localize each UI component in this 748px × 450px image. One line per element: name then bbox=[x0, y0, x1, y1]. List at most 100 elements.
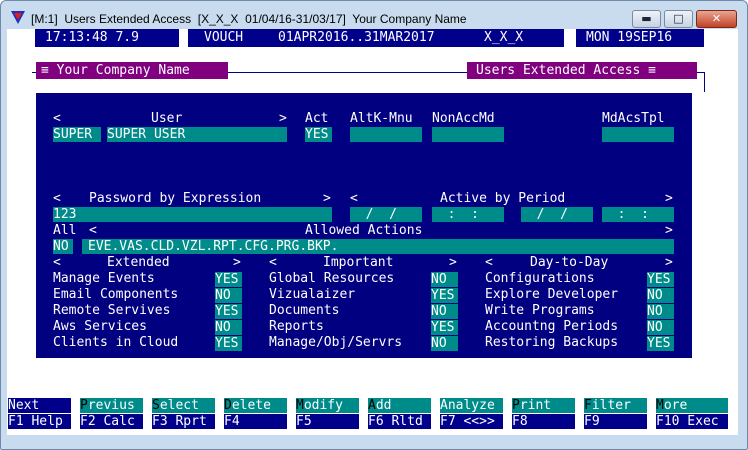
company-header[interactable]: ≡ Your Company Name bbox=[36, 62, 228, 79]
daytoday-item-value[interactable]: YES bbox=[647, 272, 674, 287]
window-title: [M:1] Users Extended Access [X_X_X 01/04… bbox=[31, 12, 467, 26]
fkey-1-action[interactable]: Next bbox=[8, 398, 71, 413]
password-field[interactable]: 123 bbox=[53, 207, 332, 222]
extended-item-label: Email Components bbox=[53, 287, 179, 302]
altk-label: AltK-Mnu bbox=[350, 111, 413, 126]
important-arrow-right: > bbox=[449, 255, 457, 270]
close-button[interactable]: ✕ bbox=[696, 10, 737, 28]
date-to-field[interactable]: / / bbox=[521, 207, 593, 222]
screen-header[interactable]: Users Extended Access ≡ bbox=[467, 62, 697, 79]
daytoday-item-value[interactable]: NO bbox=[647, 320, 674, 335]
fkey-8-label[interactable]: F8 bbox=[512, 414, 575, 429]
fkey-7-action[interactable]: Analyze bbox=[440, 398, 503, 413]
daytoday-arrow-left: < bbox=[485, 255, 493, 270]
password-label: Password by Expression bbox=[89, 191, 262, 206]
minimize-button[interactable]: ▬ bbox=[632, 10, 661, 28]
daytoday-item-value[interactable]: NO bbox=[647, 304, 674, 319]
extended-item-value[interactable]: YES bbox=[215, 272, 242, 287]
fkey-10-action[interactable]: More bbox=[656, 398, 728, 413]
extended-item-label: Manage Events bbox=[53, 271, 155, 286]
fkey-action-label: Next bbox=[8, 398, 40, 413]
fkey-9-action[interactable]: Filter bbox=[584, 398, 647, 413]
fkey-hotkey-letter: P bbox=[512, 398, 520, 413]
altk-field[interactable] bbox=[350, 127, 422, 142]
user-name-field[interactable]: SUPER USER bbox=[107, 127, 287, 142]
daytoday-item-value[interactable]: NO bbox=[647, 288, 674, 303]
time-to-field[interactable]: : : bbox=[602, 207, 674, 222]
fkey-action-label: odify bbox=[303, 398, 343, 413]
allowed-actions-field[interactable]: EVE.VAS.CLD.VZL.RPT.CFG.PRG.BKP. bbox=[82, 239, 674, 254]
fkey-6-label[interactable]: F6 Rltd bbox=[368, 414, 431, 429]
date-from-field[interactable]: / / bbox=[350, 207, 422, 222]
maximize-button[interactable]: □ bbox=[664, 10, 693, 28]
password-arrow-right: > bbox=[323, 191, 331, 206]
important-item-label: Documents bbox=[269, 303, 340, 318]
daytoday-item-label: Write Programs bbox=[485, 303, 595, 318]
fkey-hotkey-letter: F bbox=[584, 398, 592, 413]
fkey-action-label: Analyze bbox=[440, 398, 495, 413]
nonacc-field[interactable] bbox=[432, 127, 504, 142]
fkey-3-action[interactable]: Select bbox=[152, 398, 215, 413]
important-item-label: Reports bbox=[269, 319, 324, 334]
fkey-9-label[interactable]: F9 bbox=[584, 414, 647, 429]
clock-version: 17:13:48 7.9 bbox=[35, 29, 179, 47]
user-label: User bbox=[151, 111, 183, 126]
app-logo-icon[interactable] bbox=[11, 11, 25, 24]
fkey-hotkey-letter: S bbox=[152, 398, 160, 413]
extended-item-value[interactable]: YES bbox=[215, 336, 242, 351]
allowed-label: Allowed Actions bbox=[305, 223, 423, 238]
fkey-2-label[interactable]: F2 Calc bbox=[80, 414, 143, 429]
time-from-field[interactable]: : : bbox=[432, 207, 504, 222]
fkey-2-action[interactable]: Previus bbox=[80, 398, 143, 413]
important-item-value[interactable]: NO bbox=[431, 272, 458, 287]
extended-header: Extended bbox=[107, 255, 170, 270]
fkey-action-label: elect bbox=[159, 398, 199, 413]
important-item-label: Vizualaizer bbox=[269, 287, 356, 302]
fkey-1-label[interactable]: F1 Help bbox=[8, 414, 71, 429]
extended-item-value[interactable]: YES bbox=[215, 304, 242, 319]
daytoday-item-label: Accountng Periods bbox=[485, 319, 619, 334]
active-label: Active by Period bbox=[440, 191, 566, 206]
daytoday-arrow-right: > bbox=[665, 255, 673, 270]
extended-arrow-left: < bbox=[53, 255, 61, 270]
daytoday-item-label: Explore Developer bbox=[485, 287, 619, 302]
fkey-3-label[interactable]: F3 Rprt bbox=[152, 414, 215, 429]
fkey-5-action[interactable]: Modify bbox=[296, 398, 359, 413]
daytoday-item-value[interactable]: YES bbox=[647, 336, 674, 351]
important-item-value[interactable]: YES bbox=[431, 320, 458, 335]
fkey-hotkey-letter: M bbox=[656, 398, 664, 413]
fkey-7-label[interactable]: F7 <<>> bbox=[440, 414, 503, 429]
daytoday-item-label: Restoring Backups bbox=[485, 335, 619, 350]
important-item-value[interactable]: NO bbox=[431, 336, 458, 351]
all-field[interactable]: NO bbox=[53, 239, 73, 254]
fkey-action-label: dd bbox=[375, 398, 392, 413]
financial-period: 01APR2016..31MAR2017 bbox=[278, 29, 478, 47]
fkey-hotkey-letter: M bbox=[296, 398, 304, 413]
allowed-arrow-right: > bbox=[665, 223, 673, 238]
daytoday-header: Day-to-Day bbox=[530, 255, 609, 270]
fkey-4-action[interactable]: Delete bbox=[224, 398, 287, 413]
user-arrow-left: < bbox=[53, 111, 61, 126]
extended-item-value[interactable]: NO bbox=[215, 288, 242, 303]
allowed-arrow-left: < bbox=[89, 223, 97, 238]
frame-line-right bbox=[704, 72, 705, 92]
fkey-6-action[interactable]: Add bbox=[368, 398, 431, 413]
fkey-10-label[interactable]: F10 Exec bbox=[656, 414, 728, 429]
user-code-field[interactable]: SUPER bbox=[53, 127, 101, 142]
fkey-action-label: ore bbox=[663, 398, 688, 413]
extended-item-label: Remote Servives bbox=[53, 303, 171, 318]
important-item-value[interactable]: YES bbox=[431, 288, 458, 303]
fkey-4-label[interactable]: F4 bbox=[224, 414, 287, 429]
password-arrow-left: < bbox=[53, 191, 61, 206]
active-arrow-right: > bbox=[665, 191, 673, 206]
fkey-5-label[interactable]: F5 bbox=[296, 414, 359, 429]
fkey-8-action[interactable]: Print bbox=[512, 398, 575, 413]
fkey-hotkey-letter: P bbox=[80, 398, 88, 413]
act-field[interactable]: YES bbox=[305, 127, 332, 142]
important-arrow-left: < bbox=[269, 255, 277, 270]
extended-item-value[interactable]: NO bbox=[215, 320, 242, 335]
important-item-value[interactable]: NO bbox=[431, 304, 458, 319]
user-code-status: X_X_X bbox=[478, 29, 564, 47]
active-arrow-left: < bbox=[350, 191, 358, 206]
mdacs-field[interactable] bbox=[602, 127, 674, 142]
